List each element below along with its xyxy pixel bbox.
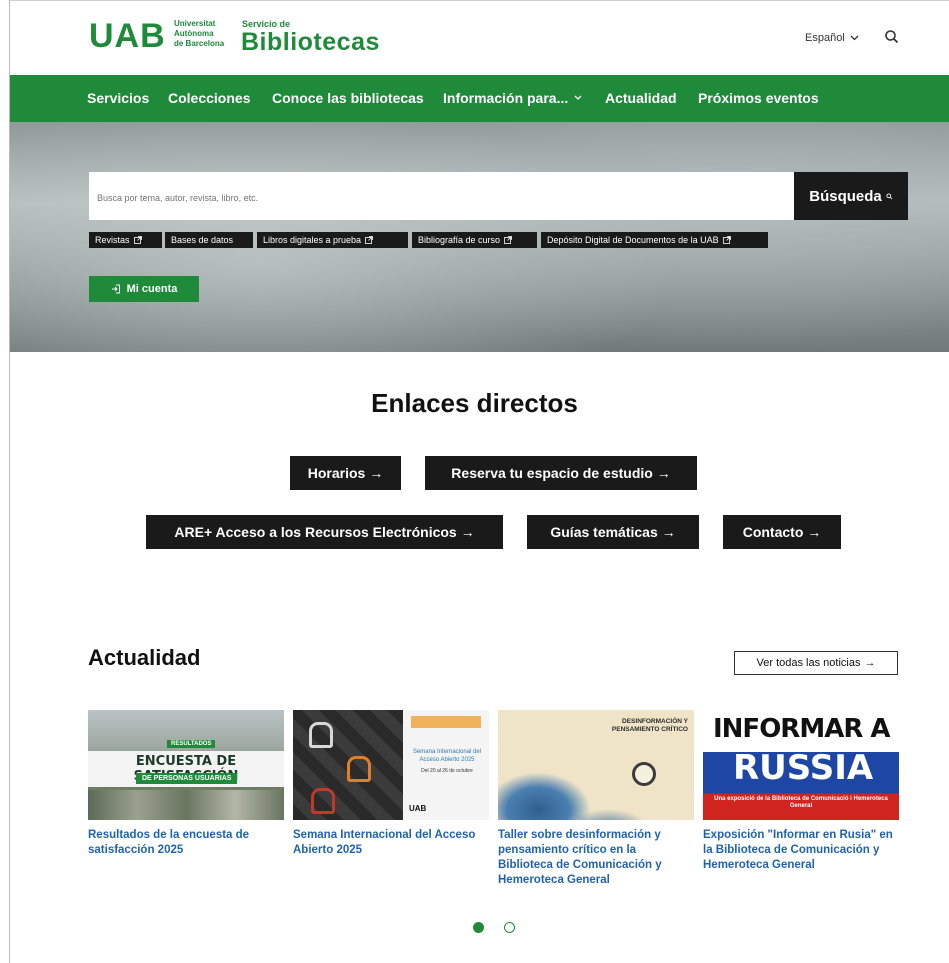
- arrow-right-icon: →: [864, 657, 876, 669]
- search-icon: [886, 192, 893, 199]
- quick-link-bibliografia[interactable]: Bibliografía de curso: [412, 232, 537, 248]
- nav-item-informacion-label: Información para...: [443, 90, 569, 106]
- language-selector[interactable]: Español: [805, 32, 859, 44]
- news-title: Actualidad: [88, 645, 201, 670]
- search-input[interactable]: [89, 172, 784, 220]
- quick-link-bases-de-datos[interactable]: Bases de datos: [165, 232, 253, 248]
- news-image-acceso-abierto[interactable]: Semana Internacional del Acceso Abierto …: [293, 710, 489, 820]
- lock-icon: [309, 722, 333, 748]
- nav-item-servicios[interactable]: Servicios: [87, 90, 149, 106]
- reserva-espacio-button[interactable]: Reserva tu espacio de estudio →: [425, 456, 697, 490]
- image-uab-logo: UAB: [409, 804, 427, 813]
- image-oa-badge: [411, 716, 481, 728]
- horarios-button[interactable]: Horarios →: [290, 456, 401, 490]
- external-link-icon: [365, 236, 373, 244]
- lock-icon: [311, 788, 335, 814]
- university-line: Autònoma: [174, 29, 214, 38]
- quick-link-label: Bases de datos: [171, 235, 234, 245]
- university-line: de Barcelona: [174, 39, 225, 48]
- search-box: [89, 172, 794, 220]
- guias-tematicas-button[interactable]: Guías temáticas →: [527, 515, 699, 549]
- image-locks: [293, 710, 403, 820]
- image-oa-title: Semana Internacional del Acceso Abierto …: [412, 749, 482, 763]
- chevron-down-icon: [574, 95, 582, 100]
- news-image-informar-rusia[interactable]: INFORMAR A RÚSSIA Una exposició de la Bi…: [703, 710, 899, 820]
- quick-link-label: Revistas: [95, 235, 130, 245]
- image-people: [88, 790, 284, 820]
- external-link-icon: [504, 236, 512, 244]
- image-informar-line1: INFORMAR A: [713, 714, 891, 744]
- my-account-label: Mi cuenta: [126, 283, 178, 295]
- view-all-news-button[interactable]: Ver todas las noticias →: [734, 651, 898, 675]
- site-header: UAB Universitat Autònoma de Barcelona Se…: [10, 0, 949, 76]
- nav-item-informacion[interactable]: Información para...: [443, 90, 582, 106]
- nav-item-actualidad[interactable]: Actualidad: [605, 90, 677, 106]
- carousel-dot[interactable]: [504, 922, 515, 933]
- view-all-news-label: Ver todas las noticias: [756, 657, 861, 669]
- image-informar-tagline: Una exposició de la Biblioteca de Comuni…: [714, 796, 888, 809]
- chevron-down-icon: [850, 35, 859, 41]
- service-name[interactable]: Bibliotecas: [241, 28, 380, 57]
- uab-logo[interactable]: UAB: [89, 16, 166, 56]
- external-link-icon: [133, 236, 142, 244]
- quick-link-libros-digitales[interactable]: Libros digitales a prueba: [257, 232, 408, 248]
- main-navigation: Servicios Colecciones Conoce las bibliot…: [10, 75, 949, 122]
- are-recursos-button[interactable]: ARE+ Acceso a los Recursos Electrónicos …: [146, 515, 503, 549]
- contacto-button[interactable]: Contacto →: [723, 515, 841, 549]
- quick-link-label: Depósito Digital de Documentos de la UAB: [547, 235, 719, 245]
- image-panel: Semana Internacional del Acceso Abierto …: [403, 710, 489, 820]
- hero-search-section: Búsqueda Revistas Bases de datos Libros …: [10, 122, 949, 352]
- image-desinfo-title: DESINFORMACIÓN Y PENSAMIENTO CRÍTICO: [611, 718, 688, 733]
- news-title-desinformacion[interactable]: Taller sobre desinformación y pensamient…: [498, 828, 694, 888]
- direct-links-title: Enlaces directos: [371, 388, 578, 418]
- nav-item-colecciones[interactable]: Colecciones: [168, 90, 250, 106]
- carousel-dot-active[interactable]: [473, 922, 484, 933]
- quick-link-deposito-digital[interactable]: Depósito Digital de Documentos de la UAB: [541, 232, 768, 248]
- nav-item-conoce[interactable]: Conoce las bibliotecas: [272, 90, 424, 106]
- login-icon: [111, 284, 120, 294]
- news-image-desinformacion[interactable]: DESINFORMACIÓN Y PENSAMIENTO CRÍTICO: [498, 710, 694, 820]
- image-informar-line2: RÚSSIA: [733, 748, 874, 788]
- search-icon[interactable]: [883, 28, 901, 46]
- search-button-label: Búsqueda: [809, 187, 882, 205]
- image-wave: [498, 740, 648, 820]
- news-image-encuesta[interactable]: RESULTADOS ENCUESTA DE SATISFACCIÓN DE P…: [88, 710, 284, 820]
- language-label: Español: [805, 32, 845, 44]
- university-name: Universitat Autònoma de Barcelona: [174, 19, 224, 49]
- university-line: Universitat: [174, 19, 216, 28]
- news-title-informar-rusia[interactable]: Exposición "Informar en Rusia" en la Bib…: [703, 828, 899, 873]
- quick-link-label: Libros digitales a prueba: [263, 235, 362, 245]
- nav-item-eventos[interactable]: Próximos eventos: [698, 90, 819, 106]
- external-link-icon: [722, 236, 731, 244]
- quick-link-label: Bibliografía de curso: [418, 235, 501, 245]
- image-oa-dates: Del 20 al 26 de octubre: [421, 768, 473, 774]
- news-title-acceso-abierto[interactable]: Semana Internacional del Acceso Abierto …: [293, 828, 489, 858]
- lock-icon: [347, 756, 371, 782]
- magnifier-icon: [632, 762, 656, 786]
- my-account-button[interactable]: Mi cuenta: [89, 276, 199, 302]
- image-subhead: DE PERSONAS USUARIAS: [136, 773, 238, 784]
- news-title-encuesta[interactable]: Resultados de la encuesta de satisfacció…: [88, 828, 284, 858]
- search-button[interactable]: Búsqueda: [794, 172, 908, 220]
- image-badge: RESULTADOS: [167, 740, 216, 748]
- quick-link-revistas[interactable]: Revistas: [89, 232, 162, 248]
